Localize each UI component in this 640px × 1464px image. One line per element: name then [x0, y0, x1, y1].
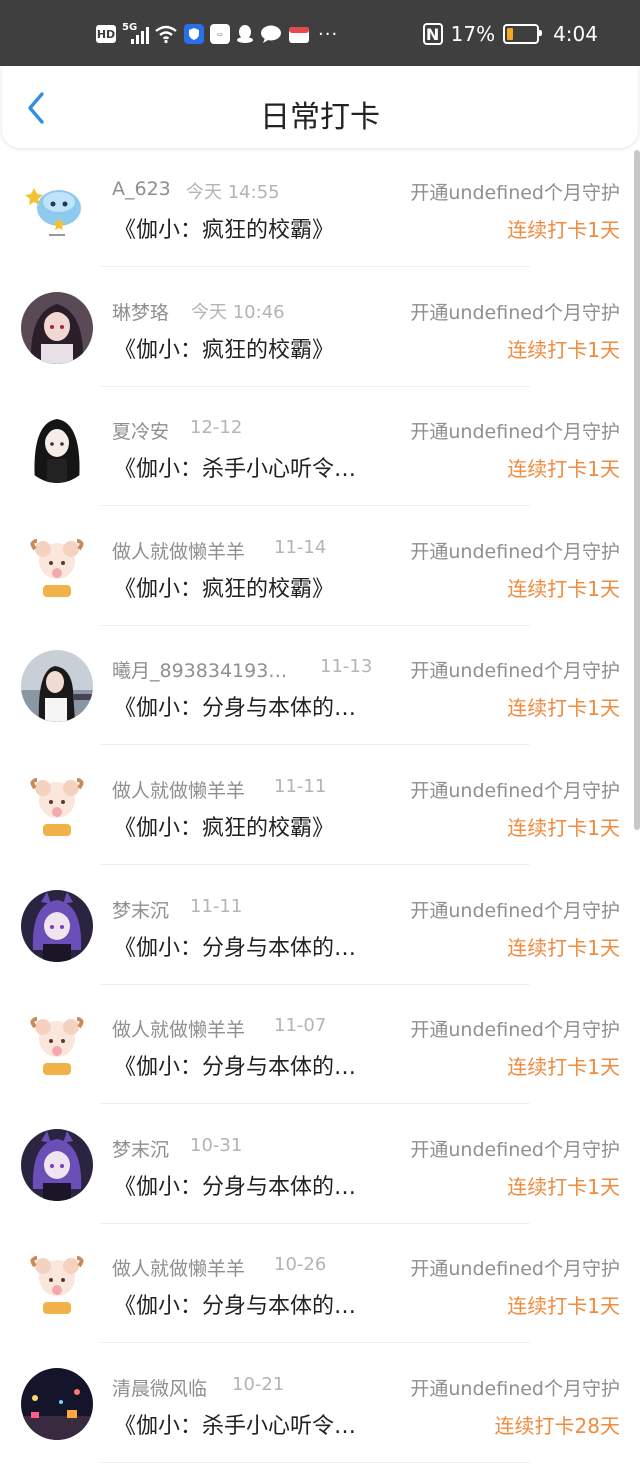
streak-label: 连续打卡1天 — [507, 576, 620, 601]
avatar[interactable] — [21, 291, 93, 364]
user-name[interactable]: 做人就做懒羊羊 — [112, 776, 245, 803]
row-divider — [100, 1461, 530, 1463]
checkin-date: 今天 10:46 — [191, 301, 285, 323]
checkin-date: 11-07 — [274, 1015, 327, 1037]
streak-label: 连续打卡1天 — [507, 337, 620, 362]
streak-label: 连续打卡1天 — [507, 457, 620, 482]
battery-percent: 17% — [450, 22, 496, 46]
streak-label: 连续打卡1天 — [507, 696, 620, 721]
checkin-list-item[interactable]: 梦末沉 10-31 《伽小：分身与本体的… 开通undefined个月守护连续打卡1天 — [0, 1105, 632, 1225]
checkin-list-item[interactable]: 做人就做懒羊羊 11-07 《伽小：分身与本体的… 开通undefined个月守护连续… — [0, 985, 632, 1105]
checkin-list-item[interactable]: 曦月_893834193… 11-13 《伽小：分身与本体的… 开通undefined… — [0, 626, 632, 746]
book-title[interactable]: 《伽小：疯狂的校霸》 — [114, 571, 334, 603]
book-title[interactable]: 《伽小：分身与本体的… — [114, 1288, 356, 1320]
avatar[interactable] — [21, 411, 93, 484]
chat-icon — [261, 25, 281, 43]
avatar[interactable] — [21, 172, 93, 244]
guard-status: 开通undefined个月守护 — [410, 1019, 620, 1042]
checkin-date: 11-13 — [320, 656, 373, 678]
user-name[interactable]: 做人就做懒羊羊 — [112, 1254, 245, 1281]
checkin-list-item[interactable]: 琳梦珞 今天 10:46 《伽小：疯狂的校霸》 开通undefined个月守护连续打卡… — [0, 268, 632, 388]
shield-icon — [184, 24, 204, 44]
guard-status: 开通undefined个月守护 — [410, 540, 620, 563]
user-name[interactable]: 做人就做懒羊羊 — [112, 1015, 245, 1042]
avatar[interactable] — [21, 769, 93, 842]
page-title: 日常打卡 — [260, 100, 380, 135]
header-bar: 日常打卡 — [2, 66, 638, 148]
status-bar: HD 5G ▭ ··· N 17% 4:04 — [0, 0, 640, 66]
streak-label: 连续打卡1天 — [507, 1055, 620, 1080]
guard-status: 开通undefined个月守护 — [410, 1138, 620, 1161]
checkin-list-item[interactable]: 夏冷安 12-12 《伽小：杀手小心听令… 开通undefined个月守护连续打卡1天 — [0, 387, 632, 507]
avatar[interactable] — [21, 1248, 93, 1321]
checkin-date: 10-31 — [190, 1134, 243, 1156]
book-title[interactable]: 《伽小：分身与本体的… — [114, 690, 356, 722]
checkin-list-item[interactable]: 做人就做懒羊羊 10-26 《伽小：分身与本体的… 开通undefined个月守护连续… — [0, 1224, 632, 1344]
guard-status: 开通undefined个月守护 — [410, 1377, 620, 1400]
book-title[interactable]: 《伽小：分身与本体的… — [114, 1169, 356, 1201]
status-icons-right: N 17% 4:04 — [422, 22, 598, 46]
checkin-date: 11-14 — [274, 536, 327, 558]
wifi-icon — [155, 25, 177, 44]
checkin-list-item[interactable]: 做人就做懒羊羊 11-11 《伽小：疯狂的校霸》 开通undefined个月守护连续打… — [0, 746, 632, 866]
scrollbar[interactable] — [634, 150, 640, 830]
streak-label: 连续打卡1天 — [507, 935, 620, 960]
avatar[interactable] — [21, 1367, 93, 1440]
streak-label: 连续打卡1天 — [507, 218, 620, 242]
checkin-list-item[interactable]: 梦末沉 11-11 《伽小：分身与本体的… 开通undefined个月守护连续打卡1天 — [0, 866, 632, 986]
signal-icon: 5G — [122, 22, 149, 44]
book-title[interactable]: 《伽小：疯狂的校霸》 — [114, 212, 334, 244]
checkin-date: 10-26 — [274, 1254, 327, 1276]
book-title[interactable]: 《伽小：杀手小心听令… — [114, 451, 356, 483]
avatar[interactable] — [21, 530, 93, 603]
status-icons-left: HD 5G ▭ ··· — [96, 22, 338, 46]
book-title[interactable]: 《伽小：疯狂的校霸》 — [114, 810, 334, 842]
hd-icon: HD — [96, 25, 116, 43]
streak-label: 连续打卡1天 — [507, 1294, 620, 1319]
checkin-list: A_623 今天 14:55 《伽小：疯狂的校霸》 开通undefined个月守护 连续… — [0, 148, 632, 1464]
book-title[interactable]: 《伽小：分身与本体的… — [114, 1049, 356, 1081]
checkin-date: 11-11 — [274, 775, 327, 797]
streak-label: 连续打卡28天 — [494, 1413, 620, 1438]
battery-icon — [503, 24, 543, 44]
checkin-date: 10-21 — [232, 1373, 285, 1395]
more-icon: ··· — [318, 23, 339, 45]
guard-status: 开通undefined个月守护 — [410, 1258, 620, 1281]
guard-status: 开通undefined个月守护 — [410, 421, 620, 444]
book-title[interactable]: 《伽小：疯狂的校霸》 — [114, 332, 334, 364]
user-name[interactable]: 夏冷安 — [112, 417, 169, 444]
book-title[interactable]: 《伽小：杀手小心听令… — [114, 1408, 356, 1440]
huawei-icon: ▭ — [210, 24, 230, 44]
checkin-list-item[interactable]: 做人就做懒羊羊 11-14 《伽小：疯狂的校霸》 开通undefined个月守护连续打… — [0, 507, 632, 627]
guard-status: 开通undefined个月守护 — [410, 899, 620, 922]
nfc-icon: N — [422, 23, 443, 45]
user-name[interactable]: 曦月_893834193… — [112, 656, 287, 683]
avatar[interactable] — [21, 650, 93, 723]
book-title[interactable]: 《伽小：分身与本体的… — [114, 930, 356, 962]
user-name[interactable]: 梦末沉 — [112, 1135, 169, 1162]
streak-label: 连续打卡1天 — [507, 1174, 620, 1199]
user-name[interactable]: 做人就做懒羊羊 — [112, 537, 245, 564]
clock: 4:04 — [553, 22, 598, 46]
gift-icon — [289, 27, 309, 43]
avatar[interactable] — [21, 1009, 93, 1082]
user-name[interactable]: A_623 — [112, 178, 171, 200]
guard-status: 开通undefined个月守护 — [410, 301, 620, 324]
user-name[interactable]: 清晨微风临 — [112, 1374, 207, 1401]
qq-icon — [237, 25, 253, 43]
checkin-list-item[interactable]: 清晨微风临 10-21 《伽小：杀手小心听令… 开通undefined个月守护连续打卡… — [0, 1344, 632, 1464]
avatar[interactable] — [21, 889, 93, 962]
streak-label: 连续打卡1天 — [507, 815, 620, 840]
checkin-list-item[interactable]: A_623 今天 14:55 《伽小：疯狂的校霸》 开通undefined个月守护连续… — [0, 148, 632, 268]
checkin-date: 11-11 — [190, 895, 243, 917]
user-name[interactable]: 琳梦珞 — [112, 298, 169, 325]
guard-status: 开通undefined个月守护 — [410, 779, 620, 802]
guard-status: 开通undefined个月守护 — [410, 182, 620, 204]
avatar[interactable] — [21, 1128, 93, 1201]
checkin-date: 12-12 — [190, 417, 243, 439]
checkin-date: 今天 14:55 — [186, 182, 280, 203]
guard-status: 开通undefined个月守护 — [410, 660, 620, 683]
user-name[interactable]: 梦末沉 — [112, 896, 169, 923]
